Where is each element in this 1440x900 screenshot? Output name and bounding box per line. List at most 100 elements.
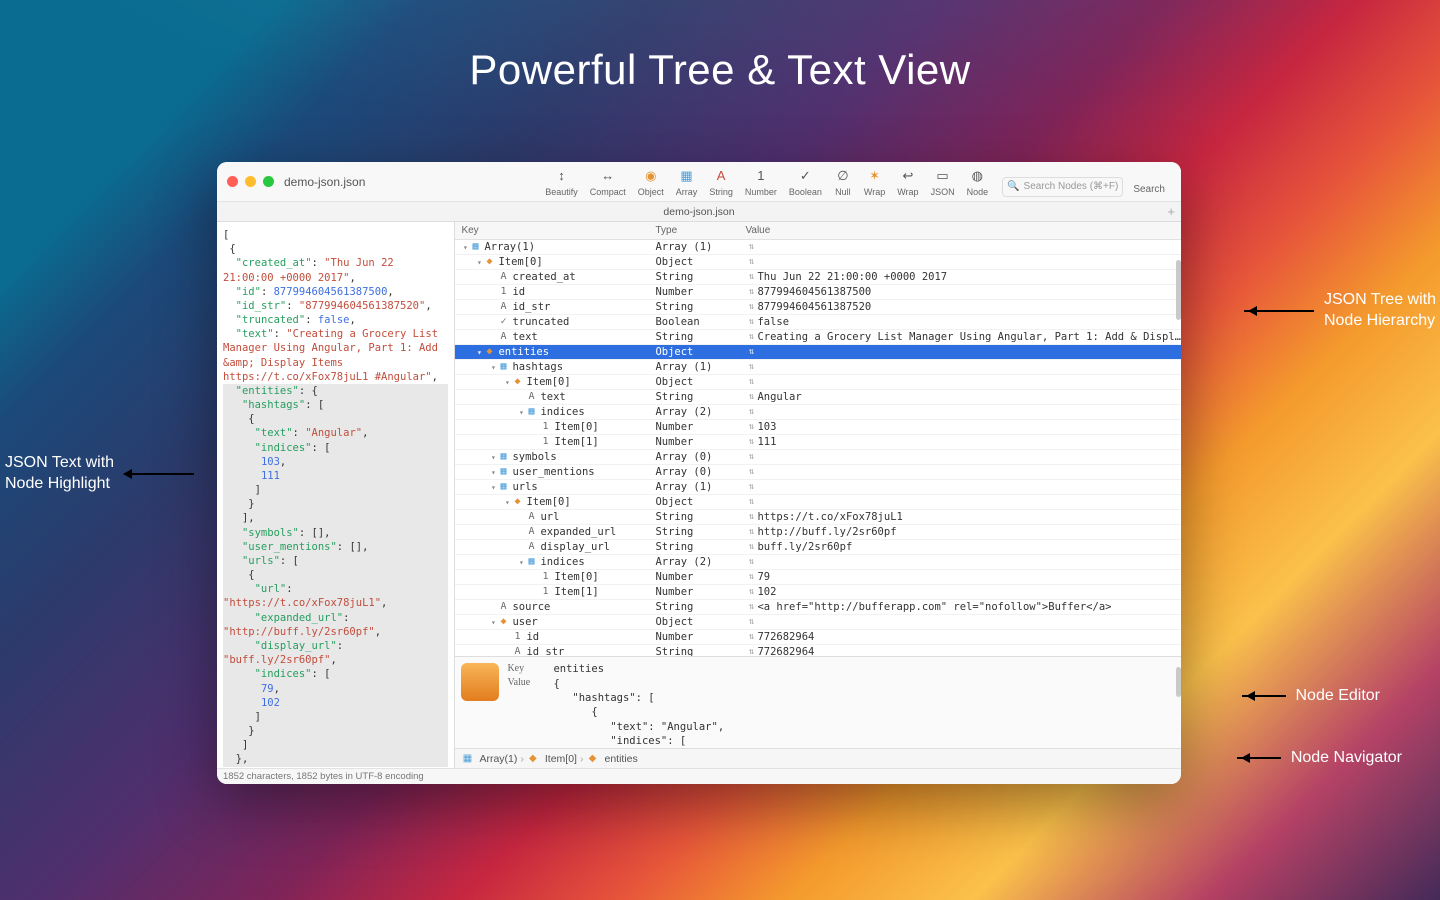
tree-row[interactable]: 1Item[1]Number⇅102: [455, 585, 1181, 600]
stepper-icon[interactable]: ⇅: [745, 542, 757, 552]
arrow-icon: [1242, 695, 1286, 697]
expand-icon[interactable]: ▾: [503, 498, 511, 507]
search-input[interactable]: 🔍Search Nodes (⌘+F): [1002, 177, 1123, 197]
column-key[interactable]: Key: [455, 225, 655, 236]
toolbar-array-button[interactable]: ▦Array: [672, 167, 702, 197]
editor-value-body[interactable]: { "hashtags": [ { "text": "Angular", "in…: [553, 677, 1175, 748]
tree-row[interactable]: ▾◆entitiesObject⇅: [455, 345, 1181, 360]
stepper-icon[interactable]: ⇅: [745, 467, 757, 477]
breadcrumb-item[interactable]: ◆Item[0]: [527, 753, 577, 765]
expand-icon[interactable]: ▾: [489, 483, 497, 492]
expand-icon[interactable]: ▾: [475, 258, 483, 267]
toolbar-wrap-button[interactable]: ✶Wrap: [860, 167, 889, 197]
expand-icon[interactable]: ▾: [489, 618, 497, 627]
tree-row[interactable]: AsourceString⇅<a href="http://bufferapp.…: [455, 600, 1181, 615]
column-type[interactable]: Type: [655, 225, 745, 236]
close-button[interactable]: [227, 176, 238, 187]
column-value[interactable]: Value: [745, 225, 1181, 236]
toolbar-compact-button[interactable]: ↔Compact: [586, 167, 630, 197]
stepper-icon[interactable]: ⇅: [745, 317, 757, 327]
breadcrumb-item[interactable]: ◆entities: [586, 753, 637, 765]
stepper-icon[interactable]: ⇅: [745, 632, 757, 642]
tree-row[interactable]: ▾▦Array(1)Array (1)⇅: [455, 240, 1181, 255]
toolbar-null-button[interactable]: ∅Null: [830, 167, 856, 197]
breadcrumb-item[interactable]: ▦Array(1): [461, 753, 517, 765]
editor-key-value[interactable]: entities: [553, 663, 1175, 675]
tree-row[interactable]: ▾◆Item[0]Object⇅: [455, 495, 1181, 510]
tree-body[interactable]: ▾▦Array(1)Array (1)⇅▾◆Item[0]Object⇅Acre…: [455, 240, 1181, 656]
stepper-icon[interactable]: ⇅: [745, 512, 757, 522]
tree-row[interactable]: 1Item[0]Number⇅103: [455, 420, 1181, 435]
stepper-icon[interactable]: ⇅: [745, 557, 757, 567]
stepper-icon[interactable]: ⇅: [745, 287, 757, 297]
document-tab[interactable]: demo-json.json: [663, 206, 734, 218]
tree-row[interactable]: 1idNumber⇅877994604561387500: [455, 285, 1181, 300]
tree-row[interactable]: ▾◆Item[0]Object⇅: [455, 255, 1181, 270]
stepper-icon[interactable]: ⇅: [745, 527, 757, 537]
tree-row[interactable]: AtextString⇅Angular: [455, 390, 1181, 405]
toolbar-json-button[interactable]: ▭JSON: [927, 167, 959, 197]
scrollbar-handle[interactable]: [1176, 260, 1181, 320]
stepper-icon[interactable]: ⇅: [745, 452, 757, 462]
tree-row[interactable]: 1Item[1]Number⇅111: [455, 435, 1181, 450]
tree-row[interactable]: ▾▦indicesArray (2)⇅: [455, 555, 1181, 570]
json-text-pane[interactable]: [ { "created_at": "Thu Jun 22 21:00:00 +…: [217, 222, 455, 768]
tree-row[interactable]: Aexpanded_urlString⇅http://buff.ly/2sr60…: [455, 525, 1181, 540]
minimize-button[interactable]: [245, 176, 256, 187]
stepper-icon[interactable]: ⇅: [745, 332, 757, 342]
stepper-icon[interactable]: ⇅: [745, 587, 757, 597]
stepper-icon[interactable]: ⇅: [745, 482, 757, 492]
stepper-icon[interactable]: ⇅: [745, 647, 757, 656]
expand-icon[interactable]: ▾: [475, 348, 483, 357]
stepper-icon[interactable]: ⇅: [745, 407, 757, 417]
stepper-icon[interactable]: ⇅: [745, 602, 757, 612]
stepper-icon[interactable]: ⇅: [745, 497, 757, 507]
tree-row[interactable]: Aid_strString⇅772682964: [455, 645, 1181, 656]
tree-row[interactable]: ▾▦urlsArray (1)⇅: [455, 480, 1181, 495]
expand-icon[interactable]: ▾: [503, 378, 511, 387]
expand-icon[interactable]: ▾: [517, 558, 525, 567]
expand-icon[interactable]: ▾: [489, 453, 497, 462]
stepper-icon[interactable]: ⇅: [745, 617, 757, 627]
stepper-icon[interactable]: ⇅: [745, 347, 757, 357]
stepper-icon[interactable]: ⇅: [745, 422, 757, 432]
stepper-icon[interactable]: ⇅: [745, 377, 757, 387]
toolbar-string-button[interactable]: AString: [705, 167, 737, 197]
tree-row[interactable]: Acreated_atString⇅Thu Jun 22 21:00:00 +0…: [455, 270, 1181, 285]
expand-icon[interactable]: ▾: [461, 243, 469, 252]
expand-icon[interactable]: ▾: [489, 363, 497, 372]
toolbar-number-button[interactable]: 1Number: [741, 167, 781, 197]
tree-row[interactable]: ▾▦hashtagsArray (1)⇅: [455, 360, 1181, 375]
toolbar-object-button[interactable]: ◉Object: [634, 167, 668, 197]
tree-row[interactable]: ▾◆userObject⇅: [455, 615, 1181, 630]
tree-row[interactable]: 1idNumber⇅772682964: [455, 630, 1181, 645]
scrollbar-handle[interactable]: [1176, 667, 1181, 697]
stepper-icon[interactable]: ⇅: [745, 362, 757, 372]
stepper-icon[interactable]: ⇅: [745, 302, 757, 312]
expand-icon[interactable]: ▾: [489, 468, 497, 477]
stepper-icon[interactable]: ⇅: [745, 392, 757, 402]
expand-icon[interactable]: ▾: [517, 408, 525, 417]
toolbar-node-button[interactable]: ◍Node: [963, 167, 993, 197]
stepper-icon[interactable]: ⇅: [745, 257, 757, 267]
tree-row[interactable]: AtextString⇅Creating a Grocery List Mana…: [455, 330, 1181, 345]
toolbar-boolean-button[interactable]: ✓Boolean: [785, 167, 826, 197]
tree-row[interactable]: ▾◆Item[0]Object⇅: [455, 375, 1181, 390]
stepper-icon[interactable]: ⇅: [745, 437, 757, 447]
stepper-icon[interactable]: ⇅: [745, 572, 757, 582]
tree-row[interactable]: Aid_strString⇅877994604561387520: [455, 300, 1181, 315]
add-tab-button[interactable]: +: [1167, 204, 1175, 219]
search-button[interactable]: Search: [1127, 182, 1171, 197]
stepper-icon[interactable]: ⇅: [745, 242, 757, 252]
toolbar-wrap-button[interactable]: ↩Wrap: [893, 167, 922, 197]
tree-row[interactable]: ▾▦indicesArray (2)⇅: [455, 405, 1181, 420]
tree-row[interactable]: Adisplay_urlString⇅buff.ly/2sr60pf: [455, 540, 1181, 555]
tree-row[interactable]: AurlString⇅https://t.co/xFox78juL1: [455, 510, 1181, 525]
tree-row[interactable]: ▾▦symbolsArray (0)⇅: [455, 450, 1181, 465]
stepper-icon[interactable]: ⇅: [745, 272, 757, 282]
tree-row[interactable]: 1Item[0]Number⇅79: [455, 570, 1181, 585]
maximize-button[interactable]: [263, 176, 274, 187]
tree-row[interactable]: ▾▦user_mentionsArray (0)⇅: [455, 465, 1181, 480]
tree-row[interactable]: ✓truncatedBoolean⇅false: [455, 315, 1181, 330]
toolbar-beautify-button[interactable]: ↕Beautify: [541, 167, 582, 197]
